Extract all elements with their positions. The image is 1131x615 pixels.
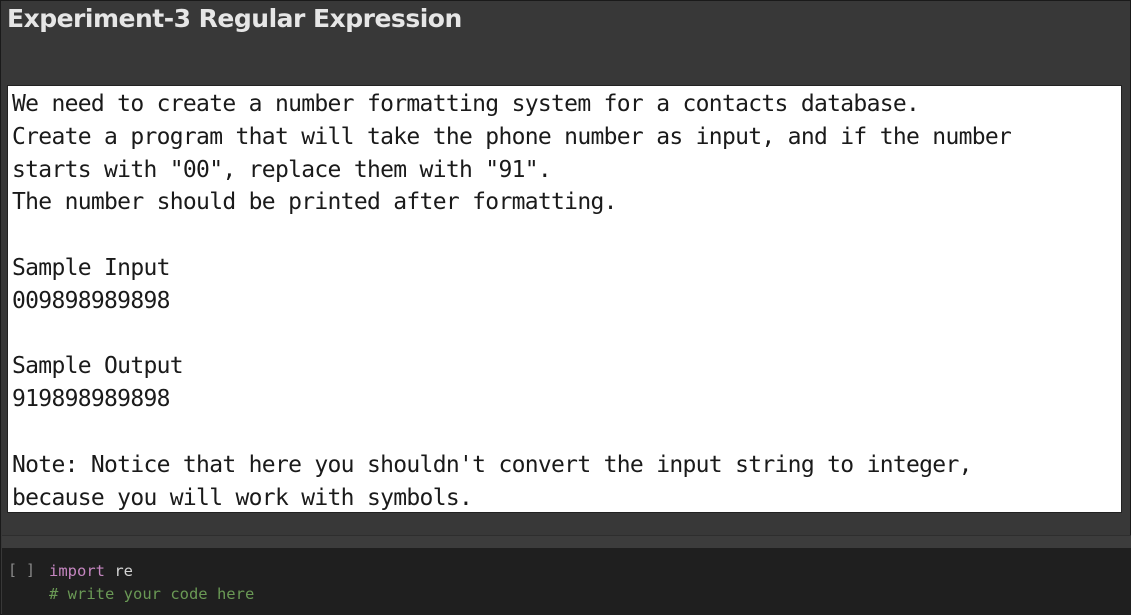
code-comment: # write your code here	[49, 585, 255, 603]
module-name: re	[105, 562, 133, 580]
section-heading: Experiment-3 Regular Expression	[7, 4, 462, 33]
import-keyword: import	[49, 562, 105, 580]
code-cell[interactable]: [ ] import re # write your code here	[2, 548, 1131, 615]
notebook-frame: Experiment-3 Regular Expression We need …	[0, 0, 1131, 615]
code-editor[interactable]: import re # write your code here	[49, 560, 254, 606]
problem-statement-output: We need to create a number formatting sy…	[7, 85, 1122, 513]
run-cell-button[interactable]: [ ]	[8, 561, 35, 579]
problem-statement-text: We need to create a number formatting sy…	[12, 91, 1012, 511]
cell-divider	[2, 535, 1131, 548]
